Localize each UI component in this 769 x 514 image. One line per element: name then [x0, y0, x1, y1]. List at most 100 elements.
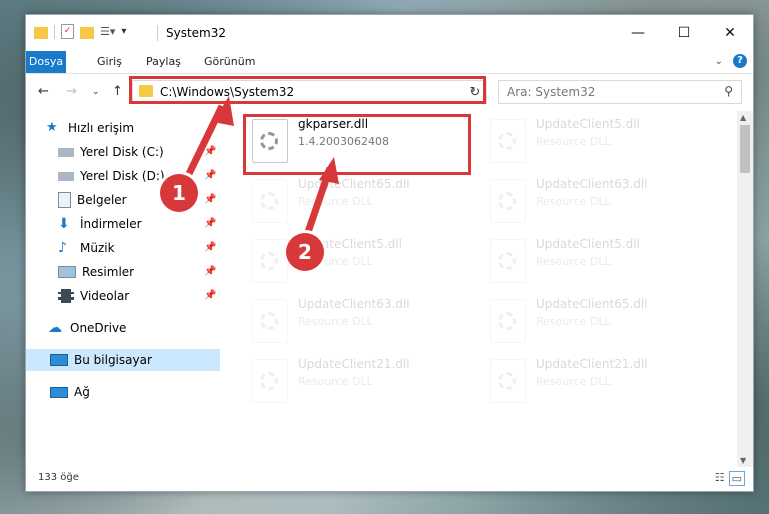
- file-item[interactable]: UpdateClient63.dll Resource DLL: [486, 175, 708, 231]
- search-placeholder: Ara: System32: [507, 85, 596, 99]
- pin-icon[interactable]: 📌: [204, 242, 216, 253]
- file-item[interactable]: UpdateClient65.dll Resource DLL: [248, 175, 470, 231]
- search-input[interactable]: Ara: System32 ⚲: [498, 80, 742, 104]
- expand-ribbon-icon[interactable]: ⌄: [715, 56, 723, 67]
- file-item[interactable]: UpdateClient5.dll Resource DLL: [486, 235, 708, 291]
- quick-access-toolbar: ✓ ☰▾ ▾: [34, 24, 126, 39]
- file-name: UpdateClient65.dll: [298, 177, 410, 191]
- file-name: UpdateClient5.dll: [536, 237, 640, 251]
- sidebar-item-disk-c[interactable]: Yerel Disk (C:): [58, 141, 220, 163]
- dll-file-icon: [252, 179, 288, 223]
- sidebar-item-pictures[interactable]: Resimler: [58, 261, 220, 283]
- file-type: Resource DLL: [298, 315, 373, 328]
- dll-file-icon: [252, 239, 288, 283]
- file-name: UpdateClient63.dll: [536, 177, 648, 191]
- title-divider: [157, 25, 158, 41]
- navigation-pane: ★ Hızlı erişim Yerel Disk (C:) Yerel Dis…: [26, 115, 220, 467]
- new-folder-icon[interactable]: [80, 26, 94, 39]
- large-icons-view-icon[interactable]: ▭: [728, 471, 745, 486]
- pin-icon[interactable]: 📌: [204, 194, 216, 205]
- scroll-up-icon[interactable]: ▲: [740, 113, 746, 122]
- help-icon[interactable]: ?: [733, 54, 747, 68]
- sidebar-item-label: OneDrive: [70, 321, 127, 335]
- pin-icon[interactable]: 📌: [204, 290, 216, 301]
- up-icon[interactable]: ↑: [112, 84, 123, 99]
- forward-icon[interactable]: →: [66, 84, 77, 99]
- minimize-button[interactable]: —: [615, 15, 661, 51]
- file-item[interactable]: UpdateClient5.dll Resource DLL: [248, 235, 470, 291]
- sidebar-item-label: Belgeler: [77, 193, 127, 207]
- sidebar-item-label: Müzik: [80, 241, 115, 255]
- file-item[interactable]: UpdateClient5.dll Resource DLL: [486, 115, 708, 171]
- close-button[interactable]: ✕: [707, 15, 753, 51]
- sidebar-item-this-pc[interactable]: Bu bilgisayar: [26, 349, 220, 371]
- step-1-badge: 1: [160, 174, 198, 212]
- sidebar-item-label: Bu bilgisayar: [74, 353, 152, 367]
- vertical-scrollbar[interactable]: ▲ ▼: [737, 111, 753, 467]
- sidebar-item-label: Resimler: [82, 265, 135, 279]
- download-icon: ⬇: [58, 216, 70, 232]
- file-type: Resource DLL: [298, 375, 373, 388]
- maximize-button[interactable]: ☐: [661, 15, 707, 51]
- sidebar-item-label: Yerel Disk (D:): [80, 169, 165, 183]
- details-view-icon[interactable]: ☷: [715, 471, 725, 486]
- recent-dropdown-icon[interactable]: ⌄: [92, 87, 100, 97]
- pin-icon[interactable]: 📌: [204, 170, 216, 181]
- star-icon: ★: [46, 120, 58, 135]
- sidebar-item-label: Yerel Disk (C:): [80, 145, 164, 159]
- file-highlight: [243, 114, 471, 175]
- sidebar-item-label: Ağ: [74, 385, 90, 399]
- properties-icon[interactable]: ✓: [61, 24, 74, 39]
- sidebar-item-videos[interactable]: Videolar: [58, 285, 220, 307]
- sidebar-item-downloads[interactable]: ⬇ İndirmeler: [58, 213, 220, 235]
- network-icon: [50, 386, 68, 398]
- sidebar-item-quick-access[interactable]: ★ Hızlı erişim: [46, 117, 134, 139]
- dll-file-icon: [252, 359, 288, 403]
- file-type: Resource DLL: [536, 375, 611, 388]
- scroll-thumb[interactable]: [740, 125, 750, 173]
- pin-icon[interactable]: 📌: [204, 266, 216, 277]
- sidebar-item-onedrive[interactable]: ☁ OneDrive: [48, 317, 126, 339]
- tab-giris[interactable]: Giriş: [89, 51, 130, 73]
- file-item[interactable]: UpdateClient21.dll Resource DLL: [248, 355, 470, 411]
- step-2-badge: 2: [286, 233, 324, 271]
- dll-file-icon: [252, 299, 288, 343]
- dll-file-icon: [490, 239, 526, 283]
- status-bar: 133 öğe ☷ ▭: [26, 467, 753, 491]
- dropdown-icon[interactable]: ▾: [121, 26, 126, 37]
- file-item[interactable]: UpdateClient21.dll Resource DLL: [486, 355, 708, 411]
- dll-file-icon: [490, 299, 526, 343]
- dll-file-icon: [490, 179, 526, 223]
- ribbon-tabs: Dosya Giriş Paylaş Görünüm ⌄ ?: [26, 51, 753, 74]
- file-type: Resource DLL: [536, 255, 611, 268]
- computer-icon: [50, 354, 68, 366]
- search-icon: ⚲: [724, 84, 733, 98]
- cloud-icon: ☁: [48, 320, 62, 336]
- back-icon[interactable]: ←: [38, 84, 49, 99]
- sidebar-item-label: Hızlı erişim: [68, 121, 135, 135]
- scroll-down-icon[interactable]: ▼: [740, 456, 746, 465]
- pin-icon[interactable]: 📌: [204, 146, 216, 157]
- file-name: UpdateClient5.dll: [536, 117, 640, 131]
- tab-paylas[interactable]: Paylaş: [138, 51, 189, 73]
- dll-file-icon: [490, 119, 526, 163]
- file-type: Resource DLL: [536, 315, 611, 328]
- sidebar-item-network[interactable]: Ağ: [50, 381, 90, 403]
- file-item[interactable]: UpdateClient63.dll Resource DLL: [248, 295, 470, 351]
- dll-file-icon: [490, 359, 526, 403]
- file-name: UpdateClient65.dll: [536, 297, 648, 311]
- title-bar: ✓ ☰▾ ▾ System32 — ☐ ✕: [26, 15, 753, 51]
- folder-icon[interactable]: [34, 26, 48, 39]
- item-count: 133 öğe: [38, 472, 79, 483]
- pin-icon[interactable]: 📌: [204, 218, 216, 229]
- drive-icon: [58, 147, 74, 157]
- window-controls: — ☐ ✕: [615, 15, 753, 51]
- file-item[interactable]: UpdateClient65.dll Resource DLL: [486, 295, 708, 351]
- tab-dosya[interactable]: Dosya: [26, 51, 66, 73]
- music-icon: ♪: [58, 240, 67, 256]
- tab-gorunum[interactable]: Görünüm: [196, 51, 263, 73]
- film-icon: [58, 289, 74, 303]
- customize-icon[interactable]: ☰▾: [100, 25, 115, 38]
- sidebar-item-music[interactable]: ♪ Müzik: [58, 237, 220, 259]
- divider: [54, 24, 55, 39]
